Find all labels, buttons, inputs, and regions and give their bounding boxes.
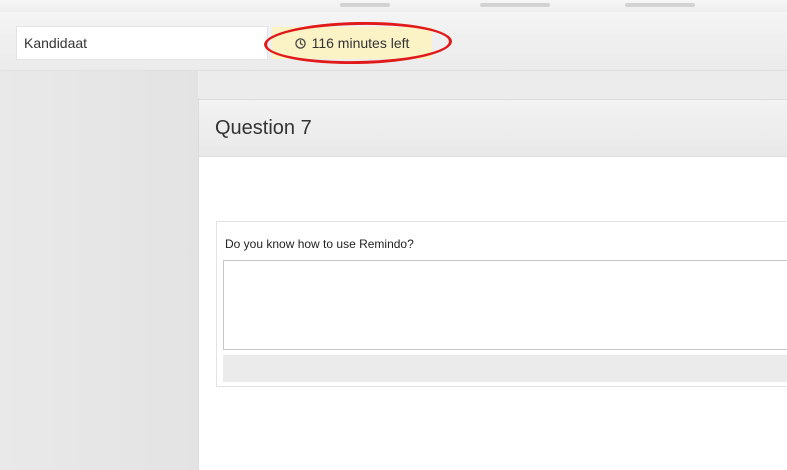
candidate-name-field: Kandidaat xyxy=(16,26,268,60)
answer-textarea[interactable] xyxy=(223,260,787,350)
question-panel: Do you know how to use Remindo? xyxy=(216,221,787,387)
question-title: Question 7 xyxy=(199,100,787,157)
question-card: Question 7 Do you know how to use Remind… xyxy=(198,99,787,470)
faded-header-element xyxy=(340,3,390,7)
faded-header-element xyxy=(480,3,550,7)
timer-text: 116 minutes left xyxy=(311,35,410,51)
faded-header-element xyxy=(625,3,695,7)
clock-icon xyxy=(294,37,306,49)
exam-page: Kandidaat 116 minutes left Question 7 Do… xyxy=(0,0,787,470)
question-text: Do you know how to use Remindo? xyxy=(225,237,414,251)
answer-footer-bar xyxy=(223,355,787,382)
candidate-label: Kandidaat xyxy=(24,35,88,51)
navigation-sidebar xyxy=(0,71,198,470)
exam-header: Kandidaat 116 minutes left xyxy=(0,12,787,71)
time-remaining-indicator: 116 minutes left xyxy=(272,27,432,59)
top-strip xyxy=(0,0,787,12)
